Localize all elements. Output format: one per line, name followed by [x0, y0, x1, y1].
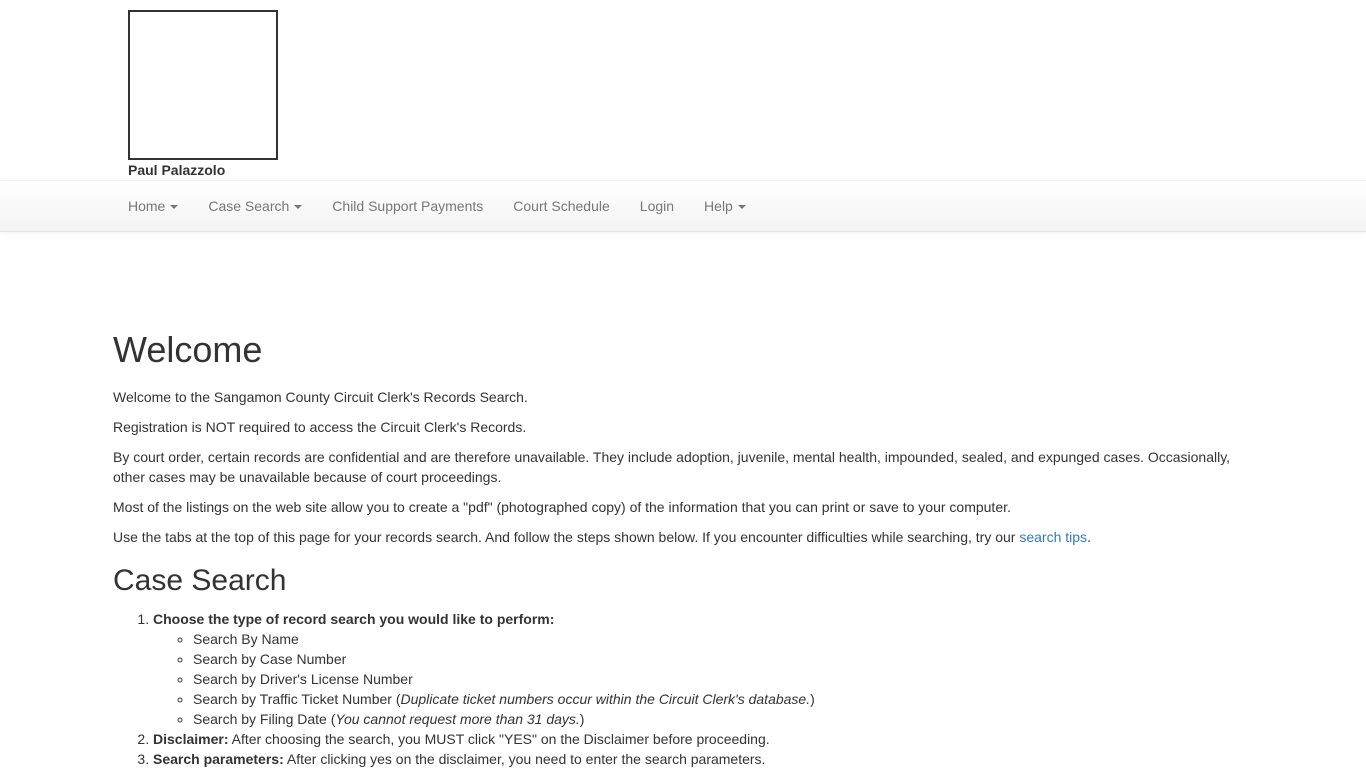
logo-image-placeholder	[128, 10, 278, 160]
search-option-case-number: Search by Case Number	[193, 649, 1253, 669]
step-2-text: After choosing the search, you MUST clic…	[228, 731, 770, 747]
nav-login-label: Login	[639, 198, 675, 214]
nav-login[interactable]: Login	[625, 181, 689, 231]
traffic-ticket-close: )	[810, 691, 815, 707]
case-search-heading: Case Search	[113, 564, 287, 597]
welcome-paragraph-5: Use the tabs at the top of this page for…	[113, 527, 1253, 547]
welcome-p5-period: .	[1087, 529, 1091, 545]
case-search-steps: Choose the type of record search you wou…	[113, 609, 1253, 769]
filing-date-text: Search by Filing Date (	[193, 711, 336, 727]
search-tips-link[interactable]: search tips	[1019, 529, 1087, 545]
nav-child-support-payments[interactable]: Child Support Payments	[317, 181, 498, 231]
filing-date-close: )	[579, 711, 585, 727]
step-3: Search parameters: After clicking yes on…	[153, 749, 1253, 769]
owner-name: Paul Palazzolo	[128, 162, 226, 178]
search-option-drivers-license: Search by Driver's License Number	[193, 669, 1253, 689]
caret-down-icon	[170, 205, 179, 210]
welcome-paragraph-2: Registration is NOT required to access t…	[113, 419, 527, 435]
step-2-label: Disclaimer:	[153, 731, 229, 747]
search-type-list: Search By Name Search by Case Number Sea…	[153, 629, 1253, 729]
page-header: Paul Palazzolo	[0, 0, 1366, 180]
caret-down-icon	[294, 205, 303, 210]
main-content: Welcome Welcome to the Sangamon County C…	[113, 325, 1253, 769]
welcome-paragraph-3: By court order, certain records are conf…	[113, 449, 1231, 485]
nav-child-support-label: Child Support Payments	[332, 198, 484, 214]
caret-down-icon	[737, 205, 746, 210]
traffic-ticket-text: Search by Traffic Ticket Number (	[193, 691, 401, 707]
search-option-name: Search By Name	[193, 629, 1253, 649]
welcome-p5-text: Use the tabs at the top of this page for…	[113, 529, 1020, 545]
welcome-heading: Welcome	[113, 329, 263, 370]
welcome-paragraph-1: Welcome to the Sangamon County Circuit C…	[113, 389, 528, 405]
nav-home-label: Home	[128, 198, 166, 214]
step-1: Choose the type of record search you wou…	[153, 609, 1253, 729]
step-1-label: Choose the type of record search you wou…	[153, 611, 555, 627]
search-option-filing-date: Search by Filing Date (You cannot reques…	[193, 709, 1253, 729]
nav-case-search-dropdown[interactable]: Case Search	[193, 181, 317, 231]
traffic-ticket-note: Duplicate ticket numbers occur within th…	[400, 691, 811, 707]
welcome-paragraph-4: Most of the listings on the web site all…	[113, 499, 1011, 515]
navbar: Home Case Search Child Support Payments …	[0, 180, 1366, 232]
step-3-label: Search parameters:	[153, 751, 284, 767]
nav-help-label: Help	[704, 198, 733, 214]
nav-court-schedule[interactable]: Court Schedule	[498, 181, 625, 231]
step-3-text: After clicking yes on the disclaimer, yo…	[283, 751, 766, 767]
nav-home-dropdown[interactable]: Home	[113, 181, 193, 231]
search-option-traffic-ticket: Search by Traffic Ticket Number (Duplica…	[193, 689, 1253, 709]
nav-help-dropdown[interactable]: Help	[689, 181, 761, 231]
nav-court-schedule-label: Court Schedule	[513, 198, 610, 214]
step-2: Disclaimer: After choosing the search, y…	[153, 729, 1253, 749]
nav-case-search-label: Case Search	[208, 198, 290, 214]
filing-date-note: You cannot request more than 31 days.	[335, 711, 580, 727]
nav-list: Home Case Search Child Support Payments …	[113, 181, 761, 231]
